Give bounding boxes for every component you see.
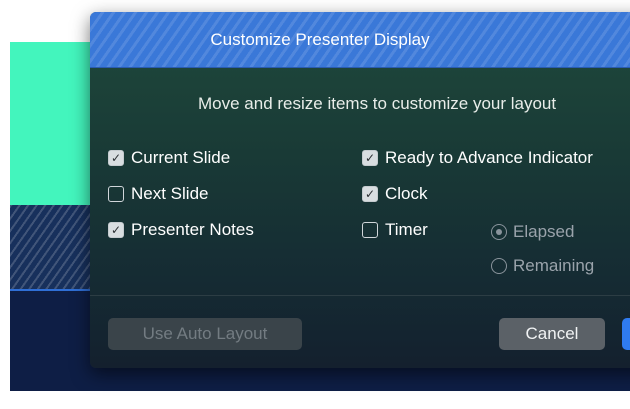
radio-unselected-icon bbox=[491, 258, 507, 274]
option-ready-indicator[interactable]: ✓ Ready to Advance Indicator bbox=[362, 148, 593, 168]
option-presenter-notes[interactable]: ✓ Presenter Notes bbox=[108, 220, 254, 240]
option-current-slide[interactable]: ✓ Current Slide bbox=[108, 148, 230, 168]
radio-label: Remaining bbox=[513, 256, 595, 275]
radio-elapsed[interactable]: Elapsed bbox=[491, 222, 574, 242]
dialog-title: Customize Presenter Display bbox=[210, 30, 430, 49]
option-timer[interactable]: Timer bbox=[362, 220, 428, 240]
checkbox-checked-icon[interactable]: ✓ bbox=[362, 186, 378, 202]
option-clock[interactable]: ✓ Clock bbox=[362, 184, 428, 204]
checkbox-unchecked-icon[interactable] bbox=[108, 186, 124, 202]
checkbox-checked-icon[interactable]: ✓ bbox=[362, 150, 378, 166]
radio-selected-icon bbox=[491, 224, 507, 240]
footer-divider bbox=[90, 295, 630, 296]
option-label: Presenter Notes bbox=[131, 220, 254, 239]
background-bottom bbox=[0, 391, 630, 409]
checkbox-checked-icon[interactable]: ✓ bbox=[108, 222, 124, 238]
option-label: Clock bbox=[385, 184, 428, 203]
radio-label: Elapsed bbox=[513, 222, 575, 241]
customize-presenter-dialog: Customize Presenter Display Move and res… bbox=[90, 12, 630, 368]
dialog-instructions: Move and resize items to customize your … bbox=[198, 94, 557, 113]
checkbox-checked-icon[interactable]: ✓ bbox=[108, 150, 124, 166]
confirm-button[interactable] bbox=[622, 318, 630, 350]
background-margin bbox=[0, 0, 10, 409]
option-next-slide[interactable]: Next Slide bbox=[108, 184, 208, 204]
option-label: Ready to Advance Indicator bbox=[385, 148, 593, 167]
option-label: Next Slide bbox=[131, 184, 209, 203]
use-auto-layout-button[interactable]: Use Auto Layout bbox=[108, 318, 302, 350]
checkbox-unchecked-icon[interactable] bbox=[362, 222, 378, 238]
cancel-button[interactable]: Cancel bbox=[499, 318, 605, 350]
option-label: Current Slide bbox=[131, 148, 231, 167]
option-label: Timer bbox=[385, 220, 428, 239]
dialog-titlebar[interactable]: Customize Presenter Display bbox=[90, 12, 630, 68]
radio-remaining[interactable]: Remaining bbox=[491, 256, 594, 276]
